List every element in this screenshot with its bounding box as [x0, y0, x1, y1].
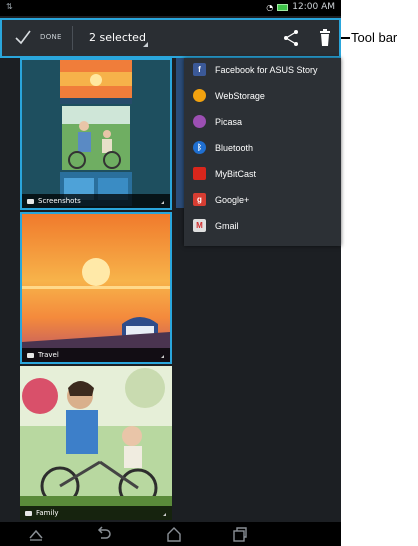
menu-item-label: MyBitCast	[215, 168, 257, 179]
album-caption: Travel	[22, 348, 170, 362]
album-name: Screenshots	[38, 197, 81, 205]
album-overflow-icon	[163, 513, 166, 516]
navigation-bar	[0, 522, 341, 546]
picasa-icon	[193, 115, 206, 128]
menu-item-label: WebStorage	[215, 90, 265, 101]
folder-icon	[27, 352, 34, 358]
alarm-icon: ◔	[266, 2, 274, 12]
hide-navbar-icon[interactable]	[28, 526, 44, 542]
selection-count-dropdown[interactable]: 2 selected	[89, 31, 146, 44]
facebook-icon: f	[193, 63, 206, 76]
screenshots-thumbnail	[22, 60, 170, 208]
callout-line	[341, 37, 350, 39]
share-option-picasa[interactable]: Picasa	[184, 110, 341, 133]
share-option-facebook[interactable]: f Facebook for ASUS Story	[184, 58, 341, 81]
folder-icon	[25, 510, 32, 516]
done-button[interactable]: DONE	[40, 33, 62, 41]
back-icon[interactable]	[96, 526, 112, 542]
menu-item-label: Picasa	[215, 116, 243, 127]
status-bar: ⇅ ◔ 12:00 AM	[0, 0, 341, 16]
gmail-icon: M	[193, 219, 206, 232]
album-caption: Screenshots	[22, 194, 170, 208]
share-icon[interactable]	[282, 29, 300, 47]
google-plus-icon: g	[193, 193, 206, 206]
family-thumbnail	[20, 366, 172, 520]
album-tile-travel[interactable]: Travel	[20, 212, 172, 364]
tool-bar-callout-label: Tool bar	[351, 30, 398, 45]
folder-icon	[27, 198, 34, 204]
battery-icon	[277, 3, 289, 11]
toolbar-divider	[72, 26, 73, 50]
share-option-mybitcast[interactable]: MyBitCast	[184, 162, 341, 185]
album-caption: Family	[20, 506, 172, 520]
check-icon[interactable]	[15, 29, 31, 45]
dropdown-caret-icon	[143, 42, 148, 47]
partial-album-tile	[176, 58, 184, 208]
menu-item-label: Google+	[215, 194, 250, 205]
status-time: 12:00 AM	[292, 2, 335, 12]
mybitcast-icon	[193, 167, 206, 180]
album-name: Travel	[38, 351, 59, 359]
share-option-webstorage[interactable]: WebStorage	[184, 84, 341, 107]
tool-bar: DONE 2 selected	[0, 18, 341, 58]
menu-item-label: Facebook for ASUS Story	[215, 64, 318, 75]
tablet-screen: ⇅ ◔ 12:00 AM DONE 2 selected Screenshots…	[0, 0, 341, 546]
album-tile-family[interactable]: Family	[20, 366, 172, 520]
menu-item-label: Gmail	[215, 220, 239, 231]
webstorage-icon	[193, 89, 206, 102]
status-right: ◔ 12:00 AM	[266, 2, 335, 12]
recent-apps-icon[interactable]	[232, 526, 248, 542]
album-overflow-icon	[161, 201, 164, 204]
home-icon[interactable]	[166, 526, 182, 542]
trash-icon[interactable]	[319, 29, 331, 47]
album-tile-screenshots[interactable]: Screenshots	[20, 58, 172, 210]
menu-item-label: Bluetooth	[215, 142, 254, 153]
album-name: Family	[36, 509, 59, 517]
album-overflow-icon	[161, 355, 164, 358]
notification-icon: ⇅	[6, 2, 13, 11]
travel-thumbnail	[22, 214, 170, 362]
share-option-gmail[interactable]: M Gmail	[184, 214, 341, 237]
share-menu: f Facebook for ASUS Story WebStorage Pic…	[184, 58, 341, 246]
share-option-bluetooth[interactable]: ᛒ Bluetooth	[184, 136, 341, 159]
bluetooth-icon: ᛒ	[193, 141, 206, 154]
share-option-google-plus[interactable]: g Google+	[184, 188, 341, 211]
